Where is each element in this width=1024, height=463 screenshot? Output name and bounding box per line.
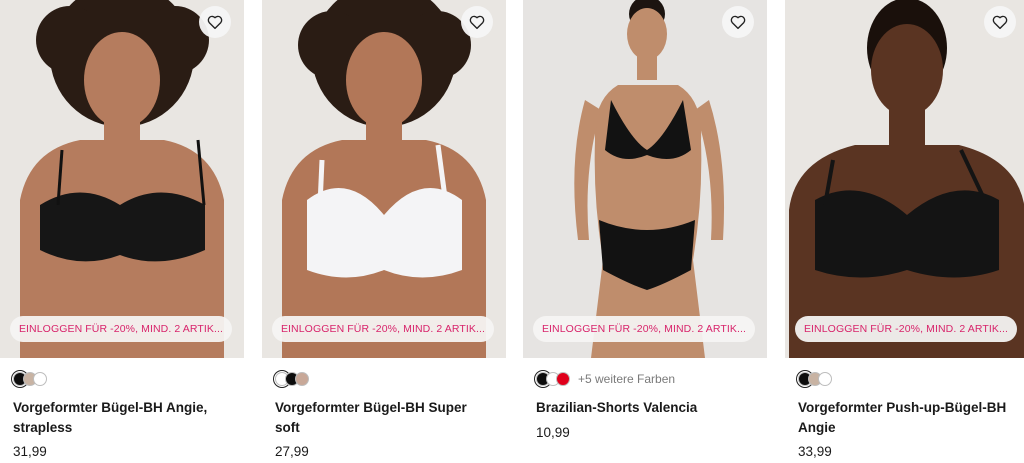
model-photo (523, 0, 767, 358)
color-swatch[interactable] (556, 372, 570, 386)
login-discount-badge[interactable]: EINLOGGEN FÜR -20%, MIND. 2 ARTIK... (533, 316, 755, 342)
heart-outline-icon (469, 15, 485, 30)
model-photo (785, 0, 1024, 358)
heart-outline-icon (992, 15, 1008, 30)
color-swatches: +5 weitere Farben (536, 371, 675, 387)
product-price: 27,99 (275, 444, 309, 459)
product-grid: EINLOGGEN FÜR -20%, MIND. 2 ARTIK... Vor… (0, 0, 1024, 463)
more-colors-label[interactable]: +5 weitere Farben (578, 372, 675, 386)
product-title[interactable]: Vorgeformter Push-up-Bügel-BH Angie (798, 398, 1018, 438)
product-image[interactable] (785, 0, 1024, 358)
product-image[interactable] (262, 0, 506, 358)
login-discount-badge[interactable]: EINLOGGEN FÜR -20%, MIND. 2 ARTIK... (10, 316, 232, 342)
login-discount-badge[interactable]: EINLOGGEN FÜR -20%, MIND. 2 ARTIK... (795, 316, 1017, 342)
heart-outline-icon (730, 15, 746, 30)
favorite-button[interactable] (199, 6, 231, 38)
product-card[interactable]: EINLOGGEN FÜR -20%, MIND. 2 ARTIK... Vor… (262, 0, 506, 463)
color-swatch[interactable] (33, 372, 47, 386)
product-price: 31,99 (13, 444, 47, 459)
product-card[interactable]: EINLOGGEN FÜR -20%, MIND. 2 ARTIK... Vor… (0, 0, 244, 463)
favorite-button[interactable] (722, 6, 754, 38)
login-discount-badge[interactable]: EINLOGGEN FÜR -20%, MIND. 2 ARTIK... (272, 316, 494, 342)
product-card[interactable]: EINLOGGEN FÜR -20%, MIND. 2 ARTIK... Vor… (785, 0, 1024, 463)
model-photo (262, 0, 506, 358)
heart-outline-icon (207, 15, 223, 30)
color-swatch[interactable] (295, 372, 309, 386)
product-image[interactable] (523, 0, 767, 358)
favorite-button[interactable] (461, 6, 493, 38)
favorite-button[interactable] (984, 6, 1016, 38)
color-swatches (13, 371, 55, 387)
product-title[interactable]: Vorgeformter Bügel-BH Angie, strapless (13, 398, 233, 438)
color-swatches (798, 371, 840, 387)
color-swatch[interactable] (818, 372, 832, 386)
model-photo (0, 0, 244, 358)
product-title[interactable]: Vorgeformter Bügel-BH Super soft (275, 398, 495, 438)
product-price: 33,99 (798, 444, 832, 459)
color-swatches (275, 371, 317, 387)
product-title[interactable]: Brazilian-Shorts Valencia (536, 398, 756, 418)
product-card[interactable]: EINLOGGEN FÜR -20%, MIND. 2 ARTIK... +5 … (523, 0, 767, 463)
product-price: 10,99 (536, 425, 570, 440)
product-image[interactable] (0, 0, 244, 358)
